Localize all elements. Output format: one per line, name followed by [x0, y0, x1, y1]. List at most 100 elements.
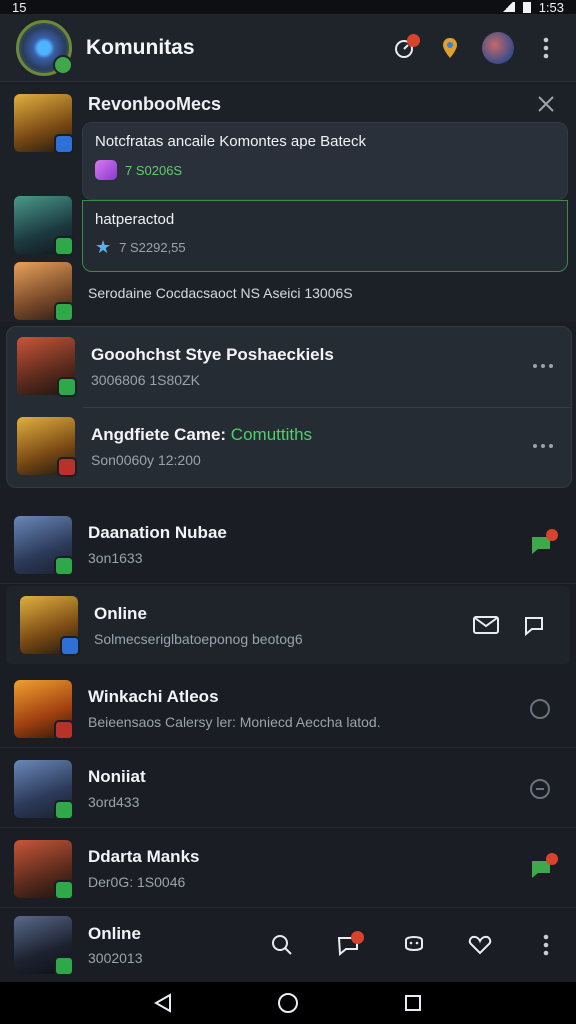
row-actions: [528, 528, 558, 557]
chat-button[interactable]: [528, 528, 558, 557]
list-item-subtitle: Solmecseriglbatoeponog beotog6: [94, 630, 303, 647]
member-badge: [54, 236, 74, 256]
status-bar: 15 1:53: [0, 0, 576, 15]
activity-button[interactable]: [390, 33, 420, 62]
status-time: 15: [12, 0, 27, 15]
chat-button[interactable]: [334, 931, 364, 959]
member-badge: [54, 555, 74, 576]
reply-text: hatperactod: [95, 211, 175, 228]
member-avatar: [17, 337, 77, 397]
search-button[interactable]: [268, 931, 296, 959]
close-button[interactable]: [534, 92, 558, 116]
list-item-title: Ddarta Manks: [88, 847, 200, 866]
overflow-menu-button[interactable]: [532, 931, 560, 959]
chat-button[interactable]: [526, 775, 554, 803]
toolbar-icons: [268, 931, 560, 959]
row-actions: [526, 695, 554, 723]
app-bar: Komunitas: [0, 14, 576, 82]
member-avatar[interactable]: [14, 262, 74, 322]
message-button[interactable]: [472, 611, 500, 639]
list-item-subtitle: 3on1633: [88, 550, 143, 566]
chat-outline-icon: [530, 698, 550, 719]
notification-dot: [351, 931, 364, 944]
member-badge: [57, 377, 77, 397]
title-main: Angdfiete Came:: [91, 424, 231, 444]
list-item[interactable]: Daanation Nubae 3on1633: [0, 506, 576, 584]
list-item[interactable]: Angdfiete Came: Comuttiths Son0060y 12:2…: [7, 417, 571, 477]
emoji-button[interactable]: [400, 931, 428, 959]
member-badge: [54, 879, 74, 900]
notice-text: Notcfratas ancaile Komontes ape Bateck: [95, 133, 366, 150]
list-item-subtitle: 3ord433: [88, 794, 140, 810]
overflow-menu-button[interactable]: [532, 34, 560, 62]
chat-button[interactable]: [520, 611, 548, 639]
more-icon: [543, 37, 549, 58]
home-circle-icon: [277, 993, 298, 1013]
row-actions: [528, 852, 558, 881]
list-item-title: Angdfiete Came: Comuttiths: [91, 425, 529, 445]
list-item-title: Online: [88, 924, 141, 943]
list-item-text: Angdfiete Came: Comuttiths Son0060y 12:2…: [91, 425, 529, 468]
title-highlight: Comuttiths: [230, 424, 313, 444]
bottom-toolbar: Online 3002013: [0, 910, 576, 980]
chat-outline-icon: [525, 617, 543, 637]
member-avatar: [14, 839, 74, 900]
chat-button[interactable]: [528, 852, 558, 881]
list-item-subtitle: Son0060y 12:200: [91, 451, 201, 468]
list-item-title: Gooohchst Stye Poshaeckiels: [91, 344, 334, 364]
notice-count: 7 S0206S: [125, 162, 183, 178]
notice-card[interactable]: Notcfratas ancaile Komontes ape Bateck 7…: [82, 122, 568, 200]
more-icon: [533, 444, 553, 448]
member-avatar[interactable]: [14, 196, 74, 256]
signal-icon: [500, 2, 515, 12]
member-badge: [57, 457, 77, 477]
list-item-title: Daanation Nubae: [88, 523, 227, 542]
more-icon: [543, 934, 549, 956]
member-avatar[interactable]: [14, 916, 74, 976]
reply-card[interactable]: hatperactod ★ 7 S2292,55: [82, 200, 568, 272]
emoji-icon: [405, 936, 423, 951]
member-badge: [54, 302, 74, 322]
unread-dot: [546, 528, 558, 541]
member-badge: [54, 719, 74, 740]
list-item[interactable]: Noniiat 3ord433: [0, 750, 576, 828]
notification-dot: [407, 33, 420, 47]
more-button[interactable]: [529, 356, 557, 376]
home-button[interactable]: [274, 989, 302, 1017]
status-icons: 1:53: [500, 0, 564, 15]
back-button[interactable]: [149, 989, 177, 1017]
list-item[interactable]: Online Solmecseriglbatoeponog beotog6: [6, 586, 570, 664]
member-badge: [54, 134, 74, 154]
member-badge: [54, 799, 74, 820]
heart-icon: [468, 935, 492, 955]
community-title: RevonbooMecs: [88, 94, 222, 114]
notice-meta: 7 S0206S: [95, 160, 555, 180]
list-item-text: Noniiat 3ord433: [88, 767, 526, 810]
list-item-text: Gooohchst Stye Poshaeckiels 3006806 1S80…: [91, 345, 529, 388]
recents-square-icon: [405, 995, 422, 1011]
location-button[interactable]: [436, 34, 464, 62]
page-title: Komunitas: [86, 35, 195, 59]
recents-button[interactable]: [399, 989, 427, 1017]
member-avatar[interactable]: [14, 94, 74, 154]
favorite-button[interactable]: [466, 931, 494, 959]
community-avatar[interactable]: [16, 19, 73, 76]
member-avatar: [14, 515, 74, 576]
battery-icon: [522, 1, 531, 13]
back-triangle-icon: [153, 993, 171, 1013]
list-item-text: Winkachi Atleos Beieensaos Calersy ler: …: [88, 687, 526, 730]
star-icon: ★: [95, 237, 112, 257]
list-item[interactable]: Ddarta Manks Der0G: 1S0046: [0, 830, 576, 908]
list-item[interactable]: Winkachi Atleos Beieensaos Calersy ler: …: [0, 670, 576, 748]
row-actions: [526, 775, 554, 803]
list-item[interactable]: Gooohchst Stye Poshaeckiels 3006806 1S80…: [7, 337, 571, 397]
row-actions: [472, 611, 548, 639]
member-avatar: [14, 759, 74, 820]
profile-avatar[interactable]: [482, 31, 514, 64]
chat-button[interactable]: [526, 695, 554, 723]
pin-icon: [443, 37, 457, 58]
status-clock: 1:53: [538, 0, 564, 15]
more-button[interactable]: [529, 436, 557, 456]
list-item-text: Online 3002013: [88, 924, 218, 966]
list-item-subtitle: 3006806 1S80ZK: [91, 371, 200, 388]
